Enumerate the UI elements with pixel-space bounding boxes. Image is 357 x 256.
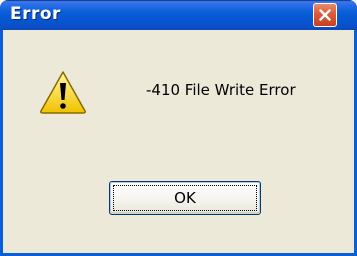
dialog-body: -410 File Write Error OK [3, 30, 354, 253]
dialog-title: Error [10, 4, 61, 24]
ok-button[interactable]: OK [109, 181, 261, 215]
warning-icon [40, 71, 86, 114]
close-button[interactable] [313, 3, 337, 27]
ok-button-label: OK [113, 185, 257, 211]
error-dialog: Error -410 File Write Error OK [0, 0, 357, 256]
error-message: -410 File Write Error [146, 81, 296, 99]
title-bar[interactable]: Error [0, 0, 357, 30]
close-icon [319, 9, 331, 21]
